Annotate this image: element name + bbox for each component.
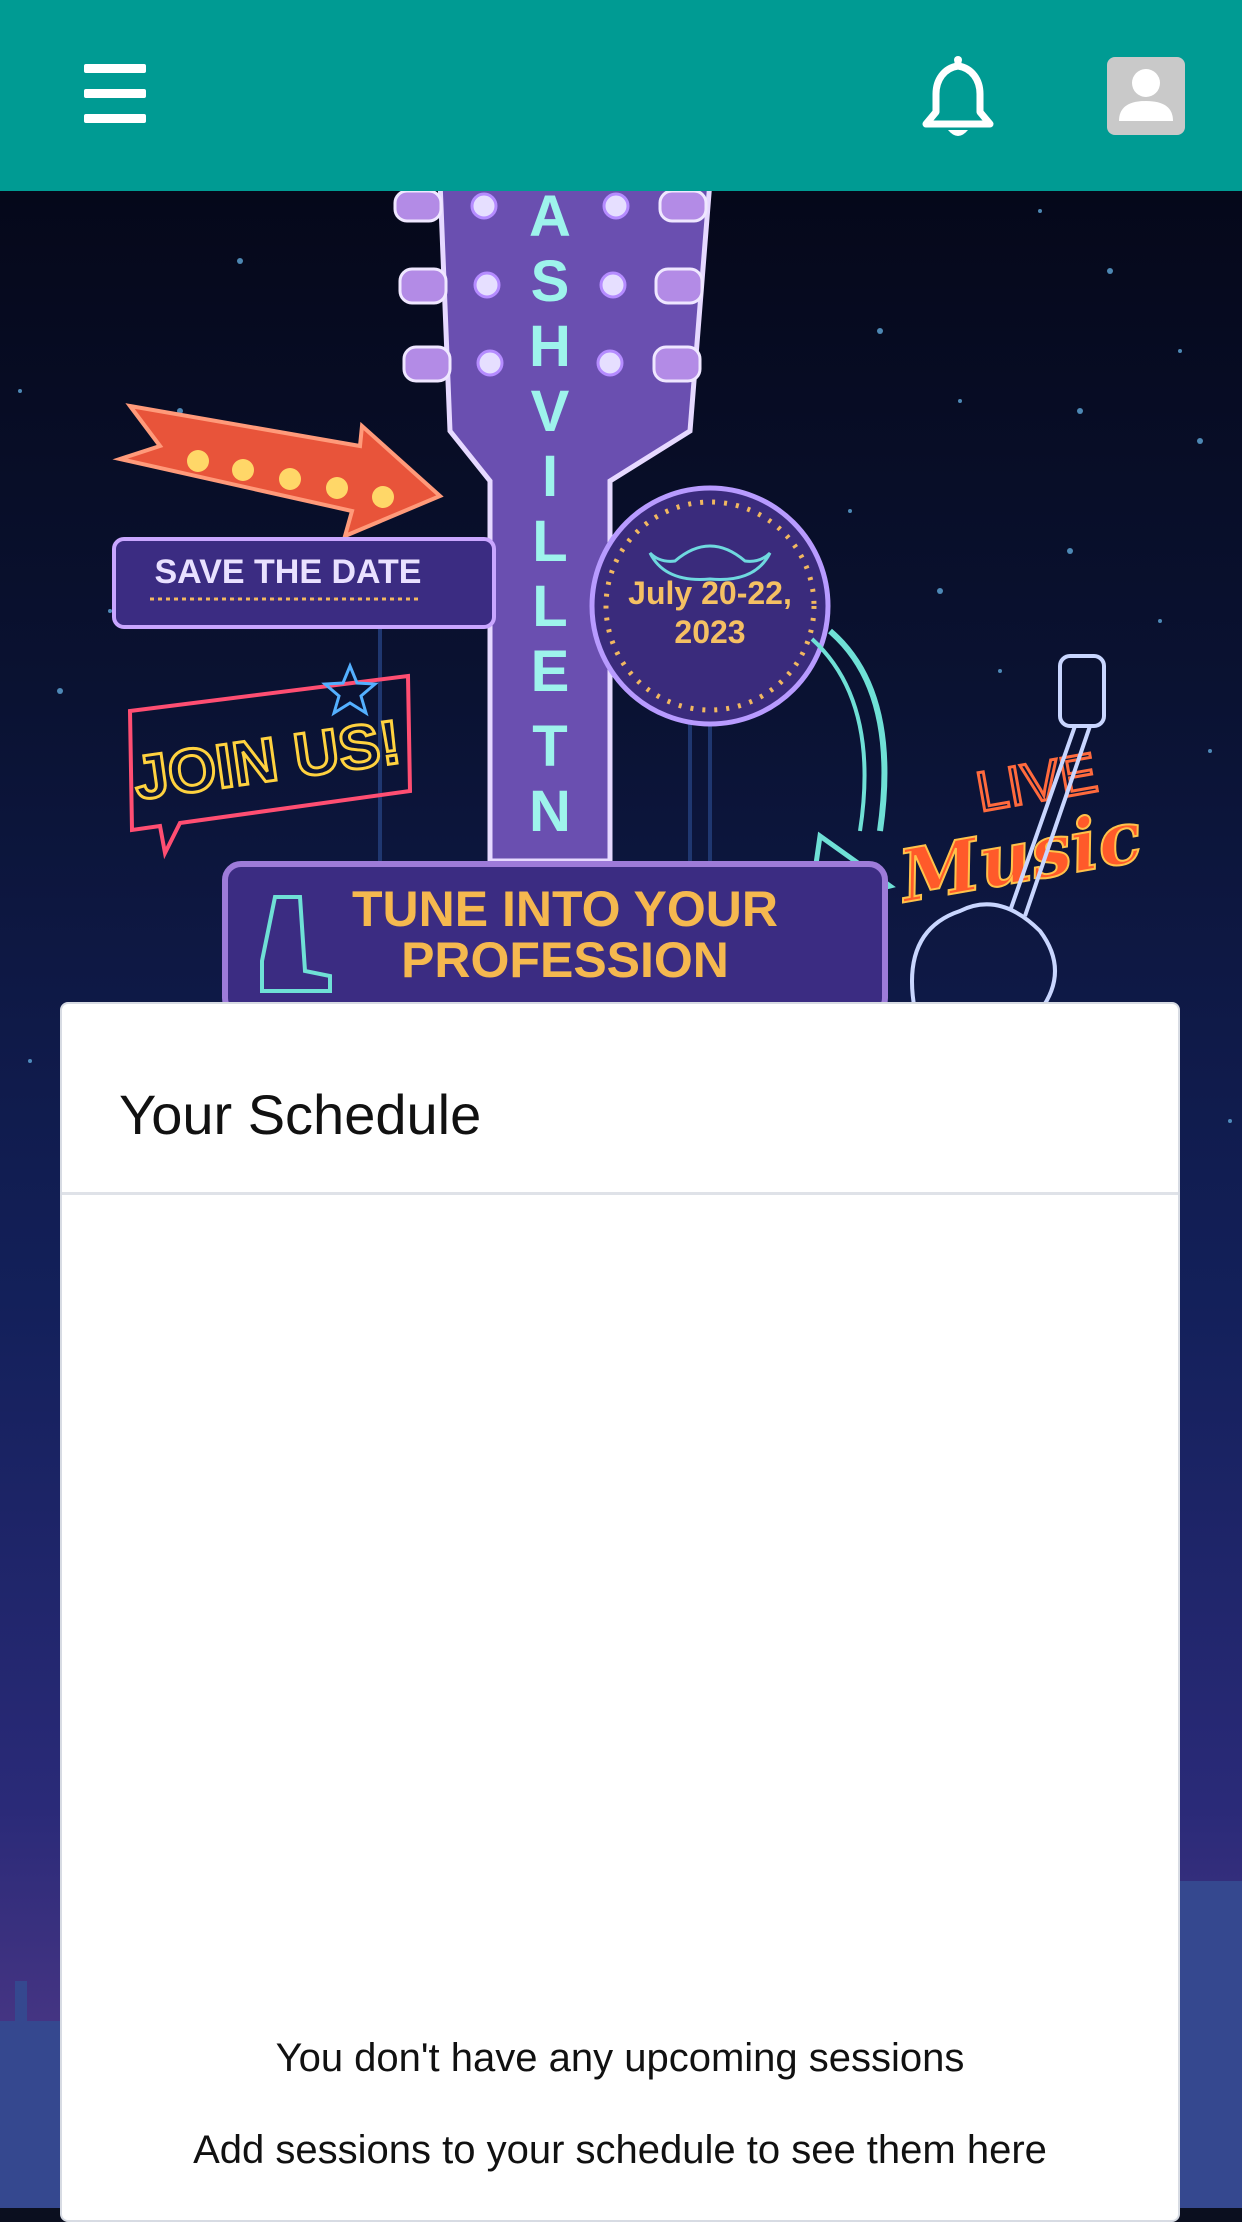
schedule-title: Your Schedule — [119, 1083, 482, 1146]
empty-state-hint: Add sessions to your schedule to see the… — [193, 2128, 1047, 2172]
bell-icon — [922, 56, 994, 136]
save-the-date-text: SAVE THE DATE — [155, 553, 422, 591]
city-letter: S — [531, 249, 570, 314]
city-letter: I — [542, 444, 558, 509]
event-dates-line2: 2023 — [674, 614, 745, 650]
tagline-line1: TUNE INTO YOUR — [352, 881, 778, 937]
empty-state-title: You don't have any upcoming sessions — [275, 2036, 965, 2080]
notifications-button[interactable] — [918, 54, 998, 140]
schedule-card-header: Your Schedule — [62, 1004, 1178, 1195]
city-letter: L — [532, 509, 567, 574]
tagline-line2: PROFESSION — [401, 932, 729, 988]
city-letter: E — [531, 639, 570, 704]
city-letter: V — [531, 379, 570, 444]
city-letter: N — [529, 779, 571, 844]
city-letter: L — [532, 574, 567, 639]
menu-button[interactable] — [76, 58, 156, 132]
event-dates-line1: July 20-22, — [628, 575, 792, 611]
schedule-card: Your Schedule You don't have any upcomin… — [60, 1002, 1180, 2222]
user-avatar-icon — [1119, 69, 1173, 121]
city-letter: H — [529, 314, 571, 379]
star-icon — [321, 662, 379, 717]
profile-button[interactable] — [1107, 57, 1185, 135]
city-letter: T — [532, 714, 567, 779]
city-letter: A — [529, 191, 571, 249]
top-app-bar — [0, 0, 1242, 191]
